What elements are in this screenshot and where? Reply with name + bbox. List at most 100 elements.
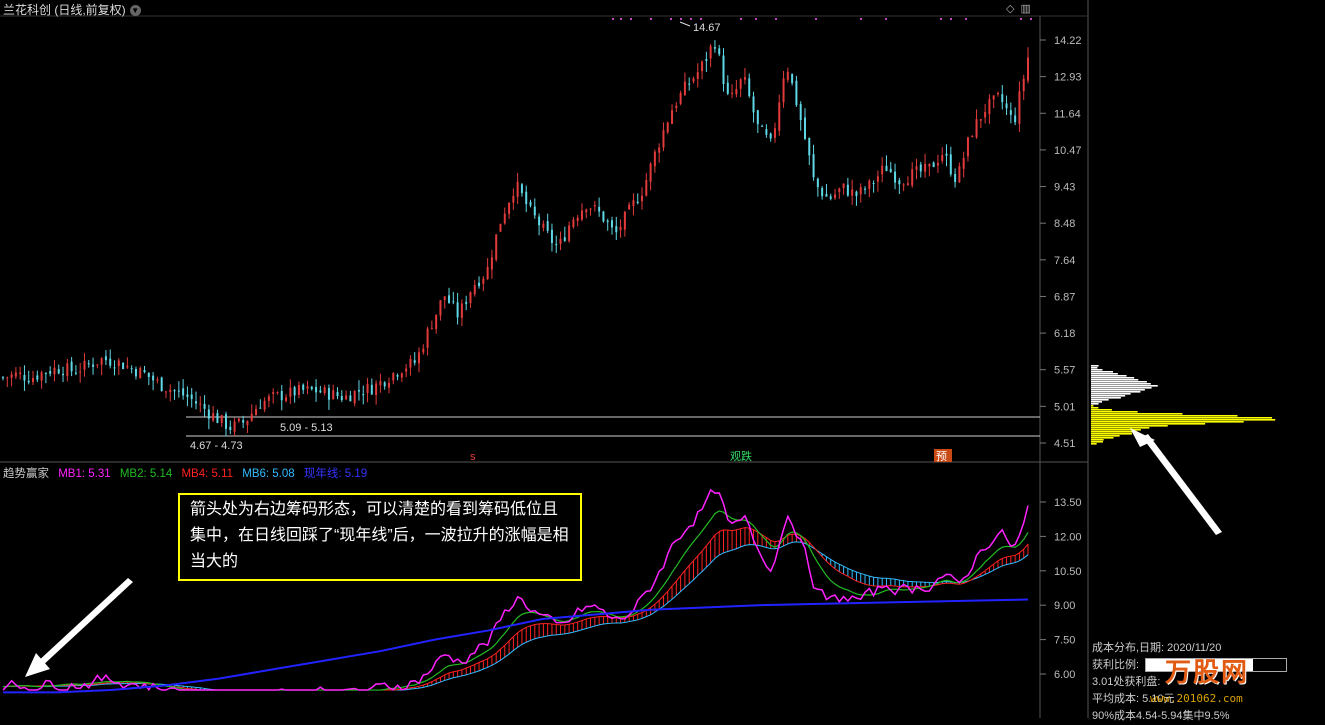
candle-body: [460, 303, 463, 318]
candle-body: [645, 180, 648, 196]
candle-body: [538, 216, 541, 226]
signal-dot: [885, 18, 887, 20]
candle-body: [585, 209, 588, 213]
candle-body: [203, 403, 206, 409]
indicator-name[interactable]: 趋势赢家: [3, 468, 49, 480]
candle-body: [456, 302, 459, 318]
marker-watch[interactable]: 观跌: [730, 449, 752, 463]
window-title[interactable]: 兰花科创 (日线,前复权) ▼: [3, 1, 141, 18]
marker-predict[interactable]: 预: [936, 450, 947, 463]
candle-body: [426, 328, 429, 348]
candle-body: [250, 413, 253, 421]
diamond-icon[interactable]: ◇: [1006, 2, 1014, 15]
candle-body: [62, 373, 65, 376]
chip-bar: [1091, 435, 1120, 437]
candle-body: [632, 200, 635, 206]
chip-bar: [1091, 375, 1127, 377]
candle-body: [808, 138, 811, 156]
candle-body: [679, 92, 682, 104]
candle-body: [649, 163, 652, 182]
candle-body: [486, 266, 489, 280]
candle-body: [761, 125, 764, 127]
candle-body: [134, 368, 137, 377]
candle-body: [370, 384, 373, 395]
candle-body: [731, 92, 734, 94]
candle-body: [949, 154, 952, 175]
signal-dot: [630, 18, 632, 20]
chart-canvas[interactable]: 14.22 12.93 11.64 10.47 9.43 8.48 7.64 6.87 6.18…: [0, 0, 1325, 718]
marker-s[interactable]: s: [470, 451, 476, 463]
candle-body: [825, 193, 828, 197]
candle-body: [846, 184, 849, 196]
price-tick-label: 14.22: [1054, 35, 1082, 47]
candle-body: [718, 48, 721, 55]
indicator-legend: 趋势赢家 MB1: 5.31 MB2: 5.14 MB4: 5.11 MB6: …: [3, 465, 373, 481]
candle-body: [143, 370, 146, 373]
chip-bar: [1091, 423, 1206, 425]
candle-body: [765, 129, 768, 135]
chip-bar: [1091, 437, 1114, 439]
indicator-tick-label: 6.00: [1054, 669, 1075, 681]
candle-body: [752, 96, 755, 113]
candle-body: [568, 225, 571, 242]
price-tick-label: 4.51: [1054, 438, 1075, 450]
candle-body: [619, 226, 622, 231]
candle-body: [550, 229, 553, 243]
candle-body: [392, 373, 395, 381]
chip-distribution: [1091, 365, 1276, 445]
signal-dot: [950, 18, 952, 20]
chip-bar: [1091, 415, 1238, 417]
candle-body: [516, 181, 519, 197]
candlestick-series: [2, 40, 1029, 437]
candle-body: [786, 71, 789, 80]
chevron-down-icon[interactable]: ▼: [129, 5, 141, 17]
mb2-value: MB2: 5.14: [119, 468, 173, 480]
candle-body: [177, 390, 180, 392]
candle-body: [319, 390, 322, 393]
candle-body: [503, 213, 506, 224]
candle-body: [315, 386, 318, 393]
candle-body: [49, 371, 52, 374]
panel-toggle-icon[interactable]: ▥: [1020, 2, 1030, 15]
chip-bar: [1091, 383, 1151, 385]
candle-body: [748, 78, 751, 96]
chip-bar: [1091, 401, 1103, 403]
candle-body: [726, 82, 729, 94]
chip-bar: [1091, 413, 1183, 415]
candle-body: [713, 47, 716, 49]
candle-body: [164, 391, 167, 393]
candle-body: [615, 226, 618, 233]
candle-body: [881, 165, 884, 175]
candle-body: [147, 372, 150, 378]
candle-body: [1014, 115, 1017, 123]
indicator-tick-label: 7.50: [1054, 635, 1075, 647]
candle-body: [482, 278, 485, 284]
candle-body: [70, 361, 73, 372]
candle-body: [1005, 103, 1008, 109]
concentration: 90%成本4.54-5.94集中9.5%: [1092, 710, 1230, 722]
candle-body: [555, 244, 558, 246]
candle-body: [885, 165, 888, 172]
price-tick-label: 5.01: [1054, 401, 1075, 413]
candle-body: [701, 61, 704, 72]
candle-body: [336, 392, 339, 397]
signal-dot: [680, 18, 682, 20]
candle-body: [276, 392, 279, 394]
candle-body: [353, 390, 356, 404]
candle-body: [1009, 110, 1012, 115]
chip-bar: [1091, 399, 1109, 401]
candle-body: [194, 401, 197, 404]
candle-body: [10, 374, 13, 378]
candle-body: [756, 110, 759, 125]
candle-body: [113, 367, 116, 369]
candle-body: [379, 381, 382, 386]
candle-body: [289, 387, 292, 397]
candle-body: [443, 296, 446, 301]
candle-body: [769, 133, 772, 139]
candle-body: [100, 358, 103, 365]
indicator-tick-label: 13.50: [1054, 497, 1082, 509]
candle-body: [83, 360, 86, 370]
chip-bar: [1091, 403, 1099, 405]
candle-body: [576, 217, 579, 222]
price-tick-label: 8.48: [1054, 218, 1075, 230]
